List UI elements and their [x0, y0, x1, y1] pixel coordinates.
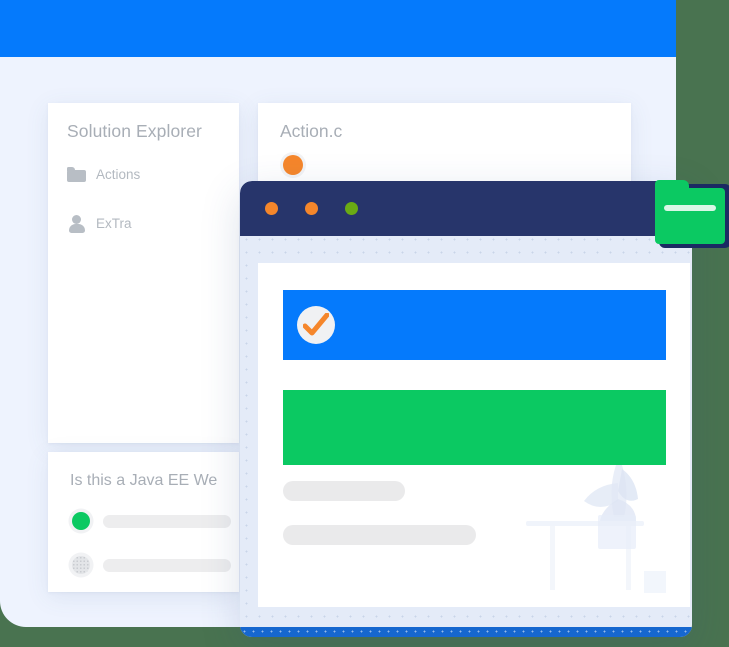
folder-icon-body — [655, 188, 725, 244]
plant-illustration-icon — [526, 465, 666, 593]
question-card: Is this a Java EE We — [48, 452, 239, 592]
check-badge-icon — [297, 306, 335, 344]
tree-item-extra[interactable]: ExTra — [67, 215, 132, 233]
top-bar — [0, 0, 676, 57]
radio-selected-icon[interactable] — [72, 512, 90, 530]
option-row-unselected[interactable] — [72, 556, 231, 574]
folder-icon[interactable] — [655, 180, 729, 248]
solution-explorer-title: Solution Explorer — [67, 121, 202, 141]
option-row-selected[interactable] — [72, 512, 231, 530]
browser-title-bar[interactable] — [240, 181, 692, 236]
browser-window — [240, 181, 692, 637]
radio-unselected-icon[interactable] — [72, 556, 90, 574]
window-close-icon[interactable] — [265, 202, 278, 215]
browser-content — [258, 263, 690, 607]
option-placeholder-bar — [103, 558, 231, 572]
tree-item-label: ExTra — [96, 215, 132, 231]
solution-explorer-card: Solution Explorer Actions ExTra — [48, 103, 239, 443]
folder-icon-slot — [664, 205, 716, 211]
action-file-title: Action.c — [280, 121, 343, 141]
window-maximize-icon[interactable] — [345, 202, 358, 215]
content-placeholder-bar — [283, 481, 405, 501]
illustration-stage: Solution Explorer Actions ExTra Action.c… — [0, 0, 729, 647]
option-placeholder-bar — [103, 514, 231, 528]
green-banner — [283, 390, 666, 465]
person-icon — [67, 215, 86, 233]
tree-item-actions[interactable]: Actions — [67, 167, 140, 182]
browser-footer — [240, 627, 692, 637]
status-dot — [283, 155, 303, 175]
folder-icon — [67, 167, 86, 182]
tree-item-label: Actions — [96, 167, 141, 182]
blue-banner — [283, 290, 666, 360]
question-title: Is this a Java EE We — [70, 472, 218, 489]
window-minimize-icon[interactable] — [305, 202, 318, 215]
content-placeholder-bar — [283, 525, 476, 545]
